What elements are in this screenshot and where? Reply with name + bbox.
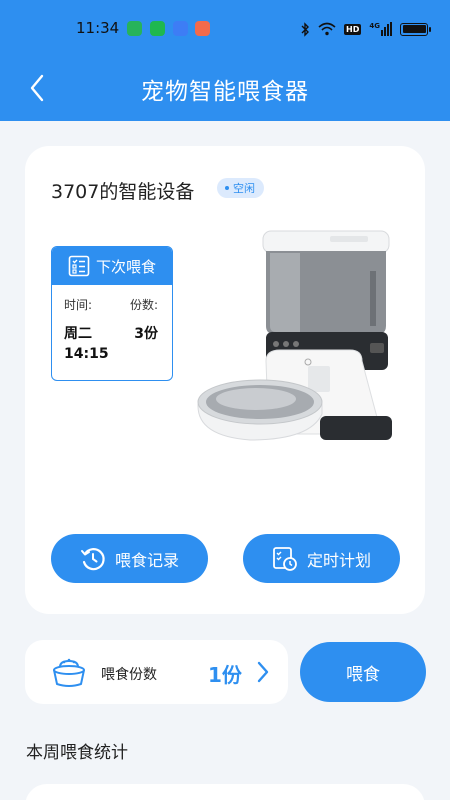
next-feeding-day: 周二 (64, 326, 92, 342)
system-icons: HD 4G (300, 21, 431, 37)
checklist-icon (68, 255, 90, 277)
feeding-history-label: 喂食记录 (114, 550, 179, 570)
game-notification-icon (195, 21, 210, 36)
time-label: 时间: (64, 298, 93, 312)
weekly-stats-title: 本周喂食统计 (26, 743, 128, 763)
portion-value: 1份 (208, 663, 242, 687)
app-header: 11:34 HD 4G 宠物智能喂食器 (0, 0, 450, 121)
next-feeding-labels: 时间: 份数: (64, 296, 158, 313)
chevron-right-icon (257, 661, 269, 683)
portion-selector[interactable]: 喂食份数 1份 (25, 640, 288, 704)
status-bar: 11:34 HD 4G (0, 14, 450, 42)
next-feeding-header: 下次喂食 (52, 247, 172, 285)
hd-icon: HD (344, 23, 362, 35)
wechat-notification-icon (150, 21, 165, 36)
app-notification-icon (173, 21, 188, 36)
next-feeding-time: 14:15 (64, 346, 109, 362)
schedule-plan-label: 定时计划 (306, 550, 371, 570)
feed-button[interactable]: 喂食 (300, 642, 426, 702)
next-feeding-card[interactable]: 下次喂食 时间: 份数: 周二 14:15 3份 (51, 246, 173, 381)
next-feeding-portion: 3份 (134, 326, 158, 342)
weekly-stats-card (25, 784, 425, 800)
wifi-icon (318, 22, 336, 36)
next-feeding-values: 周二 14:15 3份 (64, 324, 158, 364)
next-feeding-title: 下次喂食 (96, 257, 157, 276)
portion-label: 喂食份数 (101, 667, 157, 683)
status-dot (225, 186, 229, 190)
bluetooth-icon (301, 21, 310, 37)
status-text: 空闲 (233, 182, 255, 195)
signal-icon: 4G (369, 22, 392, 36)
portion-count-label: 份数: (129, 298, 158, 312)
bowl-icon (53, 658, 85, 687)
history-icon (80, 547, 105, 570)
feeder-image (197, 230, 392, 441)
feeding-history-button[interactable]: 喂食记录 (51, 534, 208, 583)
network-type-label: 4G (369, 22, 380, 30)
schedule-icon (273, 546, 297, 571)
device-card: 3707的智能设备 空闲 下次喂食 时间: 份数: 周二 14:15 3份 喂食… (25, 146, 425, 614)
status-badge: 空闲 (217, 178, 264, 198)
message-notification-icon (127, 21, 142, 36)
device-name: 3707的智能设备 (51, 181, 195, 203)
battery-icon (400, 22, 431, 36)
page-title: 宠物智能喂食器 (141, 79, 309, 105)
status-time: 11:34 (76, 19, 120, 37)
schedule-plan-button[interactable]: 定时计划 (243, 534, 400, 583)
